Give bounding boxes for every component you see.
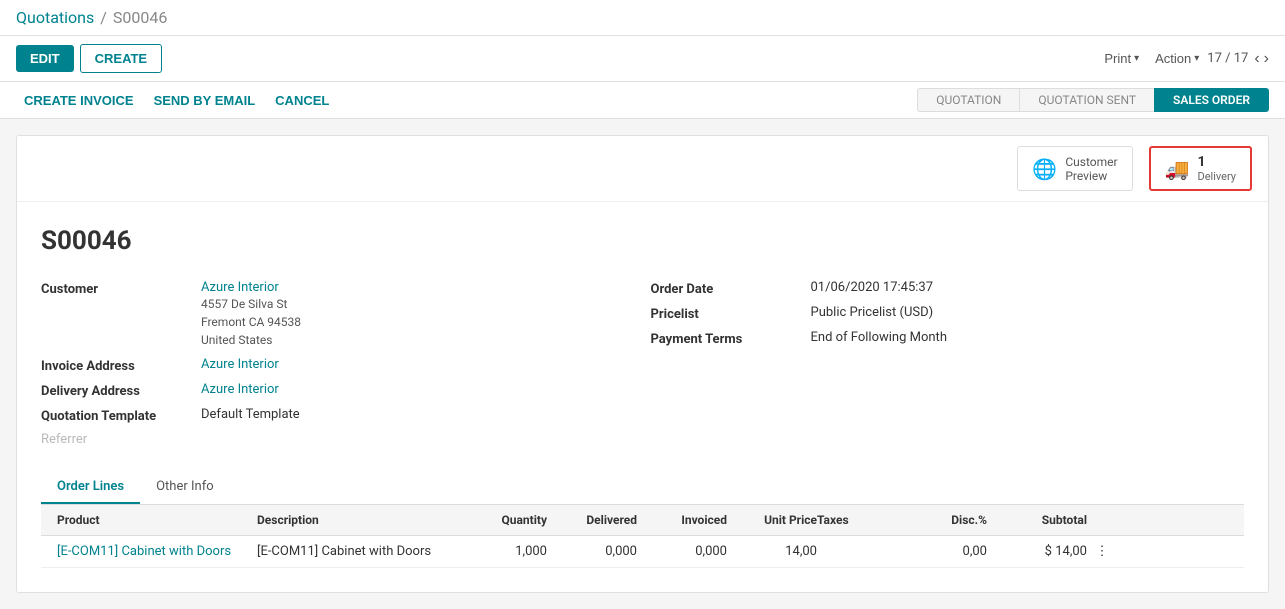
tabs: Order Lines Other Info [41, 471, 1244, 505]
delivery-address-row: Delivery Address Azure Interior [41, 382, 635, 399]
col-invoiced: Invoiced [637, 513, 727, 527]
print-dropdown[interactable]: Print [1104, 51, 1139, 66]
toolbar: EDIT CREATE Print Action 17 / 17 ‹ › [0, 36, 1285, 82]
delivery-label: Delivery [1197, 170, 1236, 183]
row-menu[interactable]: ⋮ [1087, 544, 1117, 559]
cancel-button[interactable]: CANCEL [267, 89, 337, 112]
pricelist-value: Public Pricelist (USD) [811, 305, 934, 320]
customer-preview-text: CustomerPreview [1065, 155, 1117, 183]
address-line3: United States [201, 331, 301, 349]
create-invoice-button[interactable]: CREATE INVOICE [16, 89, 142, 112]
action-dropdown[interactable]: Action [1155, 51, 1199, 66]
row-disc: 0,00 [907, 544, 987, 559]
delivery-count: 1 [1197, 154, 1205, 170]
card-body: S00046 Customer Azure Interior 4557 De S… [17, 202, 1268, 592]
col-product: Product [57, 513, 257, 527]
invoice-address-value: Azure Interior [201, 357, 279, 372]
col-description: Description [257, 513, 457, 527]
nav-arrows: ‹ › [1254, 50, 1269, 68]
form-grid: Customer Azure Interior 4557 De Silva St… [41, 280, 1244, 455]
row-description: [E-COM11] Cabinet with Doors [257, 544, 457, 559]
action-bar: CREATE INVOICE SEND BY EMAIL CANCEL QUOT… [0, 82, 1285, 119]
edit-button[interactable]: EDIT [16, 45, 74, 72]
col-actions [1087, 513, 1117, 527]
quotation-template-value: Default Template [201, 407, 300, 422]
form-right: Order Date 01/06/2020 17:45:37 Pricelist… [651, 280, 1245, 455]
payment-terms-row: Payment Terms End of Following Month [651, 330, 1245, 347]
truck-icon: 🚚 [1165, 157, 1190, 181]
col-disc: Disc.% [907, 513, 987, 527]
address-line2: Fremont CA 94538 [201, 313, 301, 331]
top-bar: Quotations / S00046 [0, 0, 1285, 36]
table-header: Product Description Quantity Delivered I… [41, 505, 1244, 536]
pricelist-label: Pricelist [651, 305, 811, 322]
col-delivered: Delivered [547, 513, 637, 527]
tab-order-lines[interactable]: Order Lines [41, 471, 140, 504]
order-lines-table: Product Description Quantity Delivered I… [41, 505, 1244, 568]
status-quotation[interactable]: QUOTATION [917, 88, 1019, 112]
pagination: 17 / 17 [1207, 51, 1248, 66]
quotation-template-row: Quotation Template Default Template [41, 407, 635, 424]
next-arrow[interactable]: › [1264, 50, 1269, 68]
delivery-button[interactable]: 🚚 1 Delivery [1149, 146, 1252, 191]
referrer-row: Referrer [41, 432, 635, 447]
invoice-address-row: Invoice Address Azure Interior [41, 357, 635, 374]
invoice-address[interactable]: Azure Interior [201, 357, 279, 372]
customer-label: Customer [41, 280, 201, 297]
create-button[interactable]: CREATE [80, 44, 162, 73]
col-taxes: Taxes [817, 513, 907, 527]
row-product[interactable]: [E-COM11] Cabinet with Doors [57, 544, 257, 559]
customer-name[interactable]: Azure Interior [201, 280, 279, 295]
address-line1: 4557 De Silva St [201, 295, 301, 313]
row-subtotal: $ 14,00 [987, 544, 1087, 559]
globe-icon: 🌐 [1032, 157, 1057, 181]
breadcrumb-parent[interactable]: Quotations [16, 8, 94, 27]
customer-address: 4557 De Silva St Fremont CA 94538 United… [201, 295, 301, 349]
main-content: 🌐 CustomerPreview 🚚 1 Delivery S00046 [0, 119, 1285, 609]
col-subtotal: Subtotal [987, 513, 1087, 527]
breadcrumb-separator: / [100, 8, 107, 27]
record-title: S00046 [41, 226, 1244, 256]
status-bar: QUOTATION QUOTATION SENT SALES ORDER [917, 88, 1269, 112]
invoice-address-label: Invoice Address [41, 357, 201, 374]
row-taxes [817, 544, 907, 559]
record-card: 🌐 CustomerPreview 🚚 1 Delivery S00046 [16, 135, 1269, 593]
payment-terms-label: Payment Terms [651, 330, 811, 347]
col-quantity: Quantity [457, 513, 547, 527]
row-delivered: 0,000 [547, 544, 637, 559]
tab-other-info[interactable]: Other Info [140, 471, 230, 504]
payment-terms-value: End of Following Month [811, 330, 947, 345]
status-quotation-sent[interactable]: QUOTATION SENT [1019, 88, 1154, 112]
form-left: Customer Azure Interior 4557 De Silva St… [41, 280, 635, 455]
pricelist-row: Pricelist Public Pricelist (USD) [651, 305, 1245, 322]
breadcrumb-current: S00046 [113, 8, 167, 27]
customer-row: Customer Azure Interior 4557 De Silva St… [41, 280, 635, 349]
delivery-text: 1 Delivery [1197, 154, 1236, 183]
customer-preview-label: CustomerPreview [1065, 155, 1117, 183]
delivery-address[interactable]: Azure Interior [201, 382, 279, 397]
top-bar-left: Quotations / S00046 [16, 8, 167, 27]
table-row: [E-COM11] Cabinet with Doors [E-COM11] C… [41, 536, 1244, 568]
send-by-email-button[interactable]: SEND BY EMAIL [146, 89, 264, 112]
order-date-label: Order Date [651, 280, 811, 297]
delivery-address-value: Azure Interior [201, 382, 279, 397]
prev-arrow[interactable]: ‹ [1254, 50, 1259, 68]
referrer-placeholder: Referrer [41, 432, 87, 447]
order-date-value: 01/06/2020 17:45:37 [811, 280, 934, 295]
status-sales-order[interactable]: SALES ORDER [1154, 88, 1269, 112]
customer-value: Azure Interior 4557 De Silva St Fremont … [201, 280, 301, 349]
quotation-template-label: Quotation Template [41, 407, 201, 424]
row-quantity: 1,000 [457, 544, 547, 559]
col-unit-price: Unit Price [727, 513, 817, 527]
card-header: 🌐 CustomerPreview 🚚 1 Delivery [17, 136, 1268, 202]
row-unit-price: 14,00 [727, 544, 817, 559]
row-invoiced: 0,000 [637, 544, 727, 559]
customer-preview-button[interactable]: 🌐 CustomerPreview [1017, 146, 1132, 191]
delivery-address-label: Delivery Address [41, 382, 201, 399]
breadcrumb: Quotations / S00046 [16, 8, 167, 27]
order-date-row: Order Date 01/06/2020 17:45:37 [651, 280, 1245, 297]
